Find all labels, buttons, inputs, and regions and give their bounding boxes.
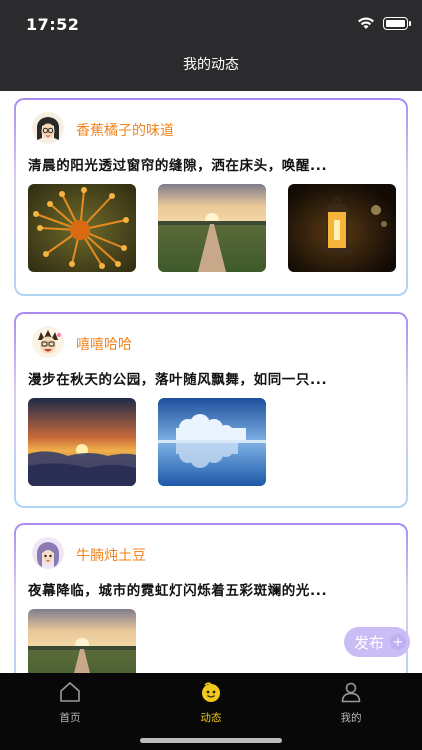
avatar[interactable]	[32, 537, 64, 569]
status-time: 17:52	[26, 15, 80, 34]
post-text[interactable]: 漫步在秋天的公园，落叶随风飘舞，如同一只...	[28, 368, 398, 388]
page-title: 我的动态	[183, 57, 239, 73]
home-indicator[interactable]	[140, 738, 282, 743]
tab-home[interactable]: 首页	[30, 681, 110, 725]
home-icon	[60, 682, 80, 702]
moments-feed[interactable]: 香蕉橘子的味道 清晨的阳光透过窗帘的缝隙，洒在床头，唤醒... 嘻嘻哈哈 漫步在…	[0, 91, 422, 673]
tab-home-label: 首页	[59, 712, 81, 724]
post-image-orange-flower[interactable]	[28, 184, 136, 272]
avatar[interactable]	[32, 326, 64, 358]
post-text[interactable]: 清晨的阳光透过窗帘的缝隙，洒在床头，唤醒...	[28, 154, 398, 174]
tab-moments[interactable]: 动态	[171, 681, 251, 725]
post-image-sunrise-clouds[interactable]	[28, 398, 136, 486]
post-image-country-road[interactable]	[158, 184, 266, 272]
publish-label: 发布	[354, 633, 385, 652]
publish-button[interactable]: 发布 +	[344, 627, 410, 657]
avatar[interactable]	[32, 112, 64, 144]
post-author[interactable]: 嘻嘻哈哈	[76, 334, 132, 354]
post-card[interactable]: 嘻嘻哈哈 漫步在秋天的公园，落叶随风飘舞，如同一只...	[14, 312, 408, 508]
post-author[interactable]: 香蕉橘子的味道	[76, 120, 174, 140]
post-text[interactable]: 夜幕降临，城市的霓虹灯闪烁着五彩斑斓的光...	[28, 579, 398, 599]
post-image-frozen-lake[interactable]	[158, 398, 266, 486]
post-image-lantern[interactable]	[288, 184, 396, 272]
tab-profile[interactable]: 我的	[311, 681, 391, 725]
wifi-icon	[358, 17, 374, 29]
status-icons	[357, 16, 411, 30]
status-bar: 17:52	[0, 0, 422, 48]
tab-profile-label: 我的	[340, 712, 362, 724]
post-card[interactable]: 香蕉橘子的味道 清晨的阳光透过窗帘的缝隙，洒在床头，唤醒...	[14, 98, 408, 296]
post-author[interactable]: 牛腩炖土豆	[76, 545, 146, 565]
tab-moments-label: 动态	[200, 712, 222, 724]
top-bar: 17:52 我的动态	[0, 0, 422, 91]
moments-icon	[202, 682, 220, 702]
battery-icon	[383, 16, 411, 30]
post-image-country-road[interactable]	[28, 609, 136, 673]
profile-icon	[341, 682, 361, 703]
plus-icon: +	[390, 634, 406, 650]
